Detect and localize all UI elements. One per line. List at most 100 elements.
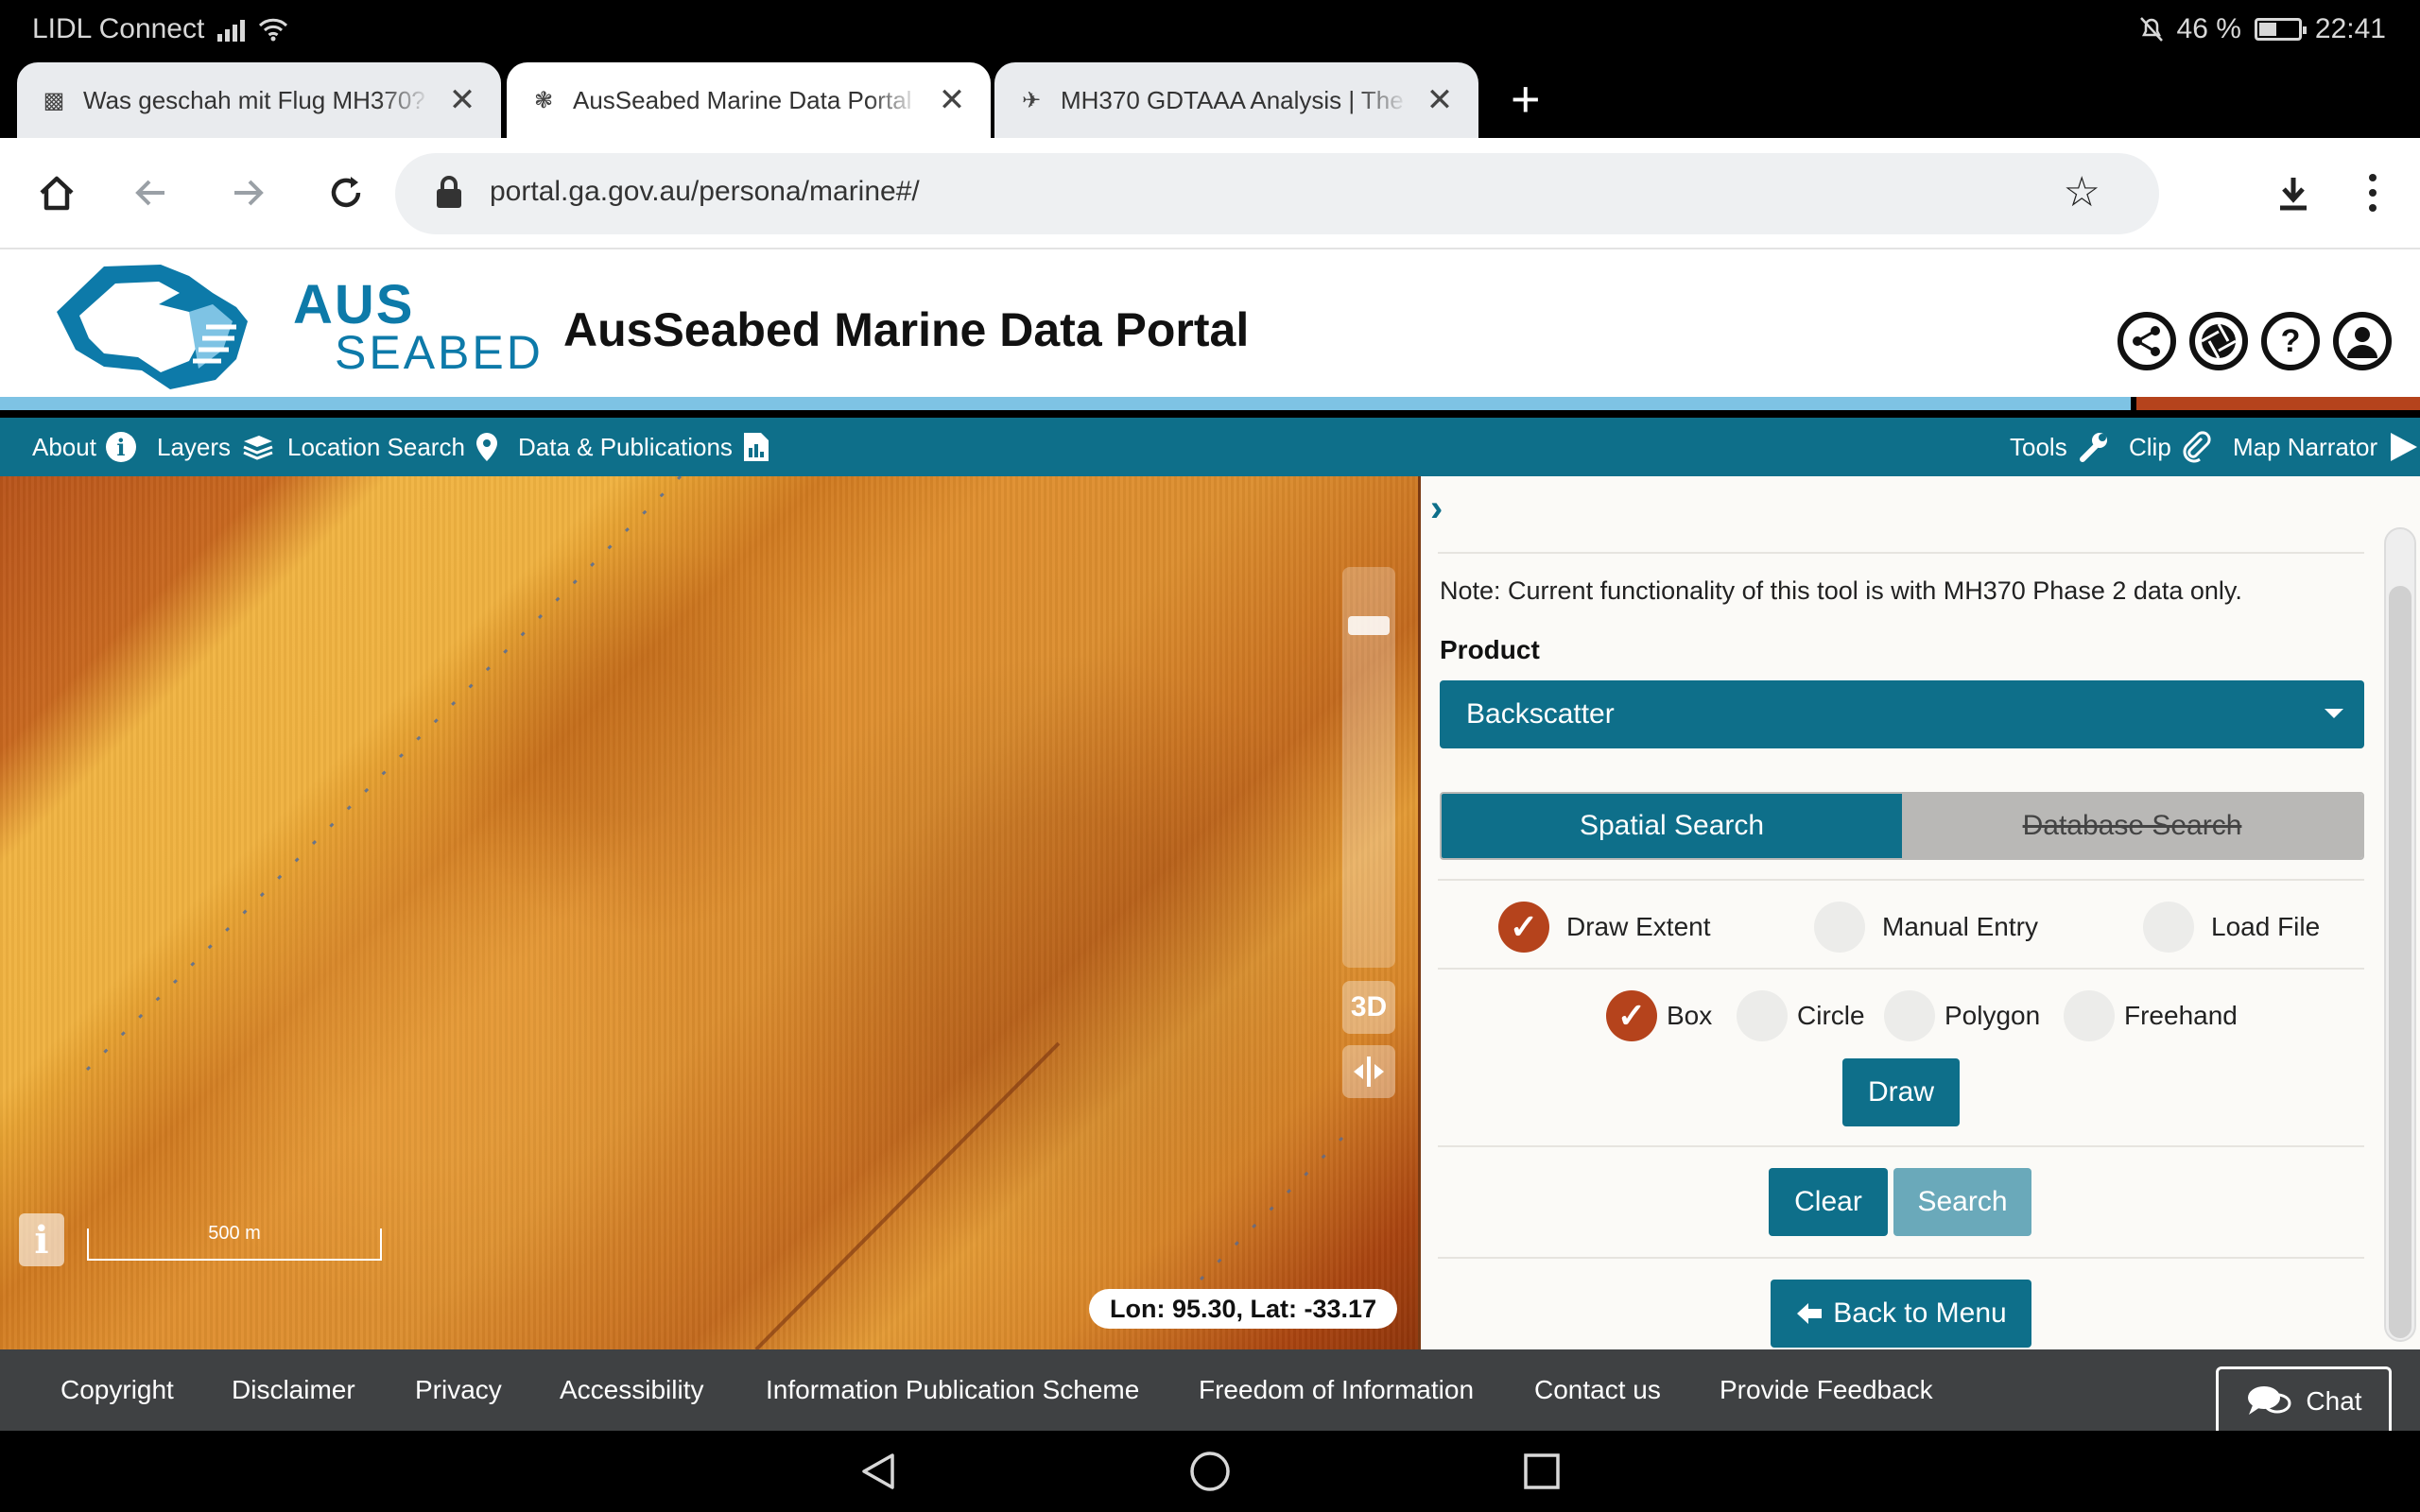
search-button[interactable]: Search xyxy=(1893,1168,2031,1236)
battery-percent: 46 % xyxy=(2176,13,2241,44)
map-track-lines xyxy=(74,476,1344,1349)
browser-tab-strip: ▩ Was geschah mit Flug MH370? (S ✕ ❃ Aus… xyxy=(0,59,2420,138)
option-label: Manual Entry xyxy=(1882,912,2038,941)
download-icon[interactable] xyxy=(2265,164,2322,221)
nav-location-search[interactable]: Location Search xyxy=(287,418,499,476)
zoom-slider-handle[interactable] xyxy=(1348,616,1390,635)
plane-icon: ✈ xyxy=(1021,87,1042,113)
nav-about[interactable]: About i xyxy=(32,418,136,476)
system-navigation-bar xyxy=(0,1431,2420,1512)
info-icon: i xyxy=(105,432,136,462)
new-tab-button[interactable]: + xyxy=(1511,70,1541,129)
scale-bar: 500 m xyxy=(87,1224,382,1261)
ausseabed-logo[interactable] xyxy=(47,255,265,397)
back-triangle-icon[interactable] xyxy=(856,1450,900,1493)
back-arrow-icon[interactable] xyxy=(123,164,180,221)
ga-crest-icon: ❃ xyxy=(533,87,554,113)
nav-location-label: Location Search xyxy=(287,432,465,461)
footer-link-contact[interactable]: Contact us xyxy=(1534,1349,1661,1431)
radio-empty xyxy=(2143,902,2194,953)
status-right-group: 46 % 22:41 xyxy=(2139,13,2386,45)
draw-button[interactable]: Draw xyxy=(1842,1058,1960,1126)
tab-title: MH370 GDTAAA Analysis | The Se xyxy=(1061,85,1409,114)
browser-tab-2[interactable]: ❃ AusSeabed Marine Data Portal ✕ xyxy=(507,62,991,138)
footer-link-feedback[interactable]: Provide Feedback xyxy=(1720,1349,1933,1431)
nav-data-label: Data & Publications xyxy=(518,432,733,461)
check-icon: ✓ xyxy=(1606,990,1657,1041)
footer-link-copyright[interactable]: Copyright xyxy=(60,1349,174,1431)
chat-button[interactable]: Chat xyxy=(2216,1366,2392,1433)
shape-label: Circle xyxy=(1797,1001,1865,1030)
chat-label: Chat xyxy=(2306,1385,2362,1416)
tab-title: AusSeabed Marine Data Portal xyxy=(573,85,912,114)
split-view-icon[interactable] xyxy=(1342,1045,1395,1098)
collapse-panel-chevron-icon[interactable]: › xyxy=(1430,488,1443,530)
reload-icon[interactable] xyxy=(318,164,374,221)
option-manual-entry[interactable]: Manual Entry xyxy=(1814,902,2038,953)
footer-link-foi[interactable]: Freedom of Information xyxy=(1199,1349,1474,1431)
footer-link-disclaimer[interactable]: Disclaimer xyxy=(232,1349,355,1431)
divider xyxy=(1438,552,2364,554)
shape-freehand[interactable]: Freehand xyxy=(2064,990,2238,1041)
home-circle-icon[interactable] xyxy=(1188,1450,1232,1493)
tab-spatial-search[interactable]: Spatial Search xyxy=(1442,794,1902,858)
battery-fill xyxy=(2258,23,2277,36)
recents-square-icon[interactable] xyxy=(1520,1450,1564,1493)
scrollbar-thumb[interactable] xyxy=(2389,586,2411,1338)
shape-polygon[interactable]: Polygon xyxy=(1884,990,2040,1041)
map-info-button[interactable]: i xyxy=(19,1213,64,1266)
clear-button[interactable]: Clear xyxy=(1769,1168,1888,1236)
main-nav: About i Layers Location Search Data & Pu… xyxy=(0,418,2420,476)
url-text[interactable]: portal.ga.gov.au/persona/marine#/ xyxy=(490,176,920,208)
nav-tools[interactable]: Tools xyxy=(2010,418,2109,476)
forward-arrow-icon[interactable] xyxy=(219,164,276,221)
divider xyxy=(1438,1145,2364,1147)
brand-wordmark: AUS SEABED xyxy=(293,274,544,377)
scale-label: 500 m xyxy=(208,1223,261,1244)
bookmark-star-icon[interactable]: ☆ xyxy=(2064,168,2100,216)
option-label: Draw Extent xyxy=(1566,912,1711,941)
footer-link-ips[interactable]: Information Publication Scheme xyxy=(766,1349,1139,1431)
cursor-coordinates: Lon: 95.30, Lat: -33.17 xyxy=(1089,1289,1398,1329)
option-label: Load File xyxy=(2211,912,2321,941)
map-canvas[interactable]: i 500 m xyxy=(0,476,1418,1349)
battery-icon xyxy=(2254,18,2307,41)
back-to-menu-button[interactable]: Back to Menu xyxy=(1771,1280,2031,1348)
nav-clip[interactable]: Clip xyxy=(2129,418,2211,476)
home-icon[interactable] xyxy=(28,164,85,221)
shape-label: Freehand xyxy=(2124,1001,2238,1030)
tab-database-search[interactable]: Database Search xyxy=(1902,794,2362,858)
nav-layers[interactable]: Layers xyxy=(157,418,274,476)
tool-panel: › Note: Current functionality of this to… xyxy=(1418,476,2420,1349)
close-tab-icon[interactable]: ✕ xyxy=(936,81,968,119)
more-menu-icon[interactable] xyxy=(2344,164,2401,221)
header-actions: ? xyxy=(2118,312,2392,370)
shape-box[interactable]: ✓ Box xyxy=(1606,990,1712,1041)
close-tab-icon[interactable]: ✕ xyxy=(446,81,478,119)
address-bar[interactable]: portal.ga.gov.au/persona/marine#/ ☆ xyxy=(395,153,2159,234)
browser-tab-3[interactable]: ✈ MH370 GDTAAA Analysis | The Se ✕ xyxy=(994,62,1478,138)
divider xyxy=(1438,879,2364,881)
toggle-3d-button[interactable]: 3D xyxy=(1342,981,1395,1034)
close-tab-icon[interactable]: ✕ xyxy=(1424,81,1456,119)
panel-scrollbar[interactable] xyxy=(2384,527,2416,1342)
option-load-file[interactable]: Load File xyxy=(2143,902,2320,953)
zoom-slider[interactable] xyxy=(1342,567,1395,968)
nav-data-publications[interactable]: Data & Publications xyxy=(518,418,770,476)
brand-aus: AUS xyxy=(293,274,415,335)
camera-aperture-icon[interactable] xyxy=(2189,312,2248,370)
layers-icon xyxy=(243,436,273,460)
option-draw-extent[interactable]: ✓ Draw Extent xyxy=(1498,902,1711,953)
user-account-icon[interactable] xyxy=(2333,312,2392,370)
help-icon[interactable]: ? xyxy=(2261,312,2320,370)
share-icon[interactable] xyxy=(2118,312,2176,370)
wrench-icon xyxy=(2079,433,2107,462)
browser-tab-1[interactable]: ▩ Was geschah mit Flug MH370? (S ✕ xyxy=(17,62,501,138)
play-icon xyxy=(2391,433,2418,461)
shape-circle[interactable]: Circle xyxy=(1737,990,1865,1041)
nav-map-narrator[interactable]: Map Narrator xyxy=(2233,418,2419,476)
paperclip-icon xyxy=(2183,431,2211,463)
footer-link-accessibility[interactable]: Accessibility xyxy=(560,1349,703,1431)
footer-link-privacy[interactable]: Privacy xyxy=(415,1349,502,1431)
product-select[interactable]: Backscatter xyxy=(1440,680,2364,748)
